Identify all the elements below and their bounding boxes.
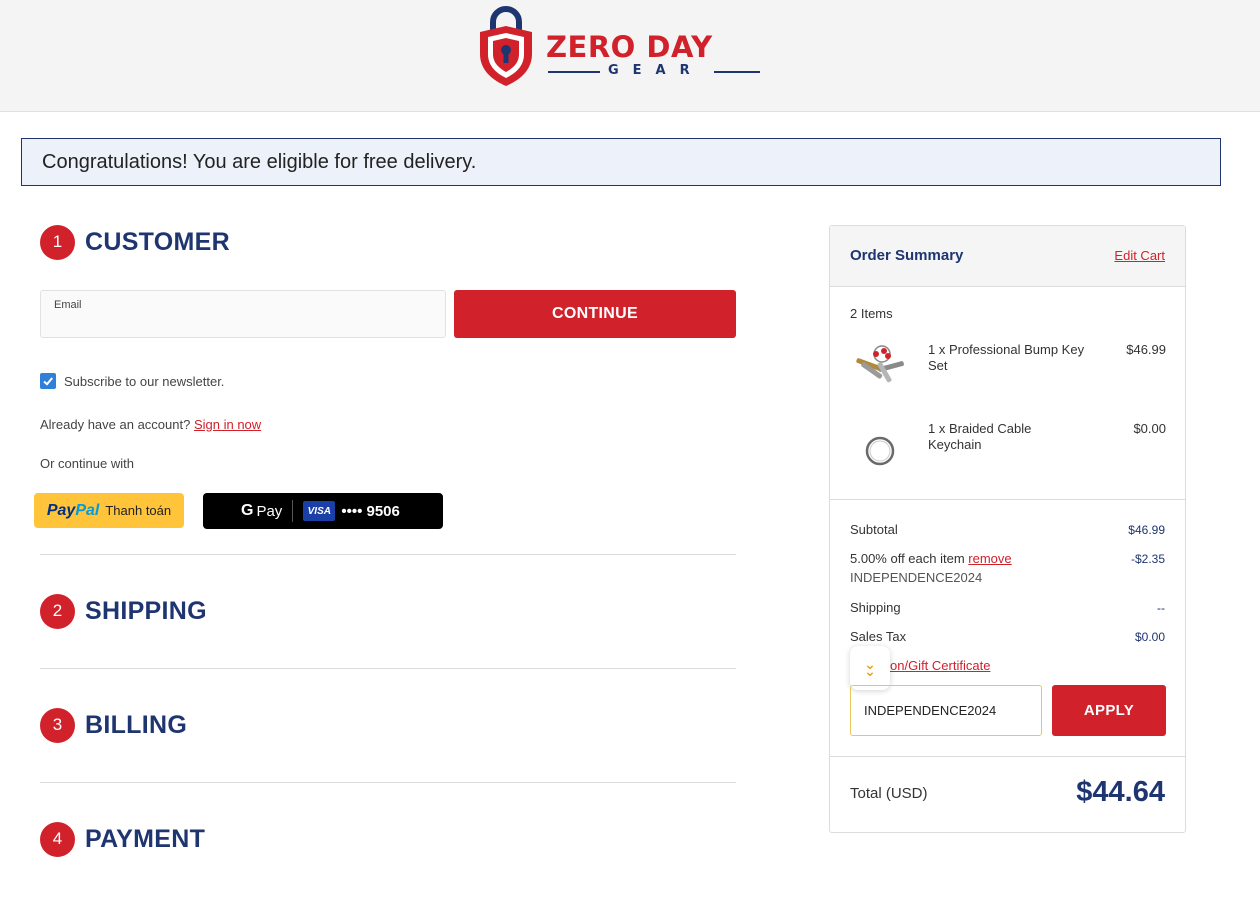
apply-coupon-button[interactable]: APPLY (1052, 685, 1166, 736)
account-prompt-line: Already have an account? Sign in now (40, 417, 261, 432)
discount-label: 5.00% off each item (850, 551, 965, 566)
shield-lock-icon (480, 6, 532, 86)
items-count: 2 Items (850, 306, 893, 321)
discount-code: INDEPENDENCE2024 (850, 570, 983, 585)
logo-wordmark: ZERO DAY (546, 30, 713, 64)
summary-divider (830, 499, 1185, 500)
cart-item: 1 x Braided Cable Keychain $0.00 (850, 421, 1166, 481)
shipping-value: -- (1157, 601, 1165, 615)
shipping-label: Shipping (850, 600, 901, 615)
email-label: Email (54, 299, 82, 311)
item-price: $0.00 (1133, 421, 1166, 436)
newsletter-checkbox[interactable] (40, 373, 56, 389)
discount-value: -$2.35 (1130, 552, 1165, 566)
subtotal-label: Subtotal (850, 522, 898, 537)
sales-tax-label: Sales Tax (850, 629, 907, 644)
free-delivery-banner: Congratulations! You are eligible for fr… (21, 138, 1221, 186)
logo-rule-left (548, 71, 600, 73)
google-pay-label: Pay (256, 502, 283, 520)
total-value: $44.64 (1076, 776, 1165, 808)
google-g-icon: G (241, 502, 254, 519)
visa-card-icon: VISA (303, 501, 336, 521)
subtotal-value: $46.99 (1128, 523, 1165, 537)
payment-step-header: 4 PAYMENT (40, 821, 205, 857)
paypal-logo-pal: Pal (75, 501, 100, 519)
step-number-badge: 2 (40, 593, 75, 629)
order-summary-header: Order Summary Edit Cart (830, 226, 1185, 287)
order-summary-title: Order Summary (850, 247, 964, 264)
card-last-digits: •••• 9506 (341, 502, 400, 520)
sales-tax-value: $0.00 (1134, 630, 1165, 644)
paypal-button-label: Thanh toán (105, 503, 172, 518)
zero-day-gear-logo[interactable]: ZERO DAY GEAR (476, 6, 766, 88)
section-divider (40, 554, 736, 555)
chevron-double-down-icon[interactable]: ⌄ ⌄ (850, 646, 890, 690)
keys-icon (856, 345, 904, 383)
edit-cart-link[interactable]: Edit Cart (1114, 248, 1165, 263)
item-price: $46.99 (1126, 342, 1166, 357)
google-pay-button[interactable]: G Pay VISA •••• 9506 (203, 493, 443, 529)
total-label: Total (USD) (850, 785, 928, 802)
order-summary: Order Summary Edit Cart 2 Items 1 x Prof… (829, 225, 1186, 833)
remove-discount-link[interactable]: remove (968, 551, 1011, 566)
item-name: 1 x Braided Cable Keychain (928, 421, 1032, 452)
step-number-badge: 1 (40, 224, 75, 260)
newsletter-label: Subscribe to our newsletter. (64, 373, 225, 389)
keyring-icon (865, 436, 895, 466)
checkmark-icon (43, 377, 53, 386)
gpay-divider (292, 500, 294, 522)
continue-button[interactable]: CONTINUE (454, 290, 736, 338)
coupon-code-input[interactable]: INDEPENDENCE2024 (850, 685, 1042, 736)
payment-step-title: PAYMENT (85, 824, 206, 853)
billing-step-title: BILLING (85, 710, 188, 739)
email-field[interactable]: Email (40, 290, 446, 338)
customer-step-header: 1 CUSTOMER (40, 224, 230, 260)
billing-step-header: 3 BILLING (40, 707, 187, 743)
logo-rule-right (714, 71, 760, 73)
section-divider (40, 668, 736, 669)
item-name: 1 x Professional Bump Key Set (928, 342, 1085, 373)
customer-step-title: CUSTOMER (85, 227, 231, 256)
header: ZERO DAY GEAR (0, 0, 1260, 112)
section-divider (40, 782, 736, 783)
summary-divider (830, 756, 1185, 757)
step-number-badge: 3 (40, 707, 75, 743)
banner-message: Congratulations! You are eligible for fr… (42, 151, 477, 173)
sign-in-link[interactable]: Sign in now (194, 417, 261, 432)
shipping-step-title: SHIPPING (85, 596, 207, 625)
step-number-badge: 4 (40, 821, 75, 857)
continue-with-label: Or continue with (40, 456, 134, 471)
shipping-step-header: 2 SHIPPING (40, 593, 207, 629)
paypal-logo-pay: Pay (46, 501, 76, 519)
logo-subword: GEAR (608, 63, 704, 78)
paypal-button[interactable]: PayPal Thanh toán (34, 493, 184, 528)
account-prompt: Already have an account? (40, 417, 191, 432)
coupon-gift-certificate-link[interactable]: on/Gift Certificate (890, 658, 990, 673)
discount-line: 5.00% off each item remove (850, 551, 1012, 566)
paypal-logo: PayPal (47, 502, 99, 520)
cart-item: 1 x Professional Bump Key Set $46.99 (850, 342, 1166, 402)
newsletter-option[interactable]: Subscribe to our newsletter. (40, 373, 224, 389)
